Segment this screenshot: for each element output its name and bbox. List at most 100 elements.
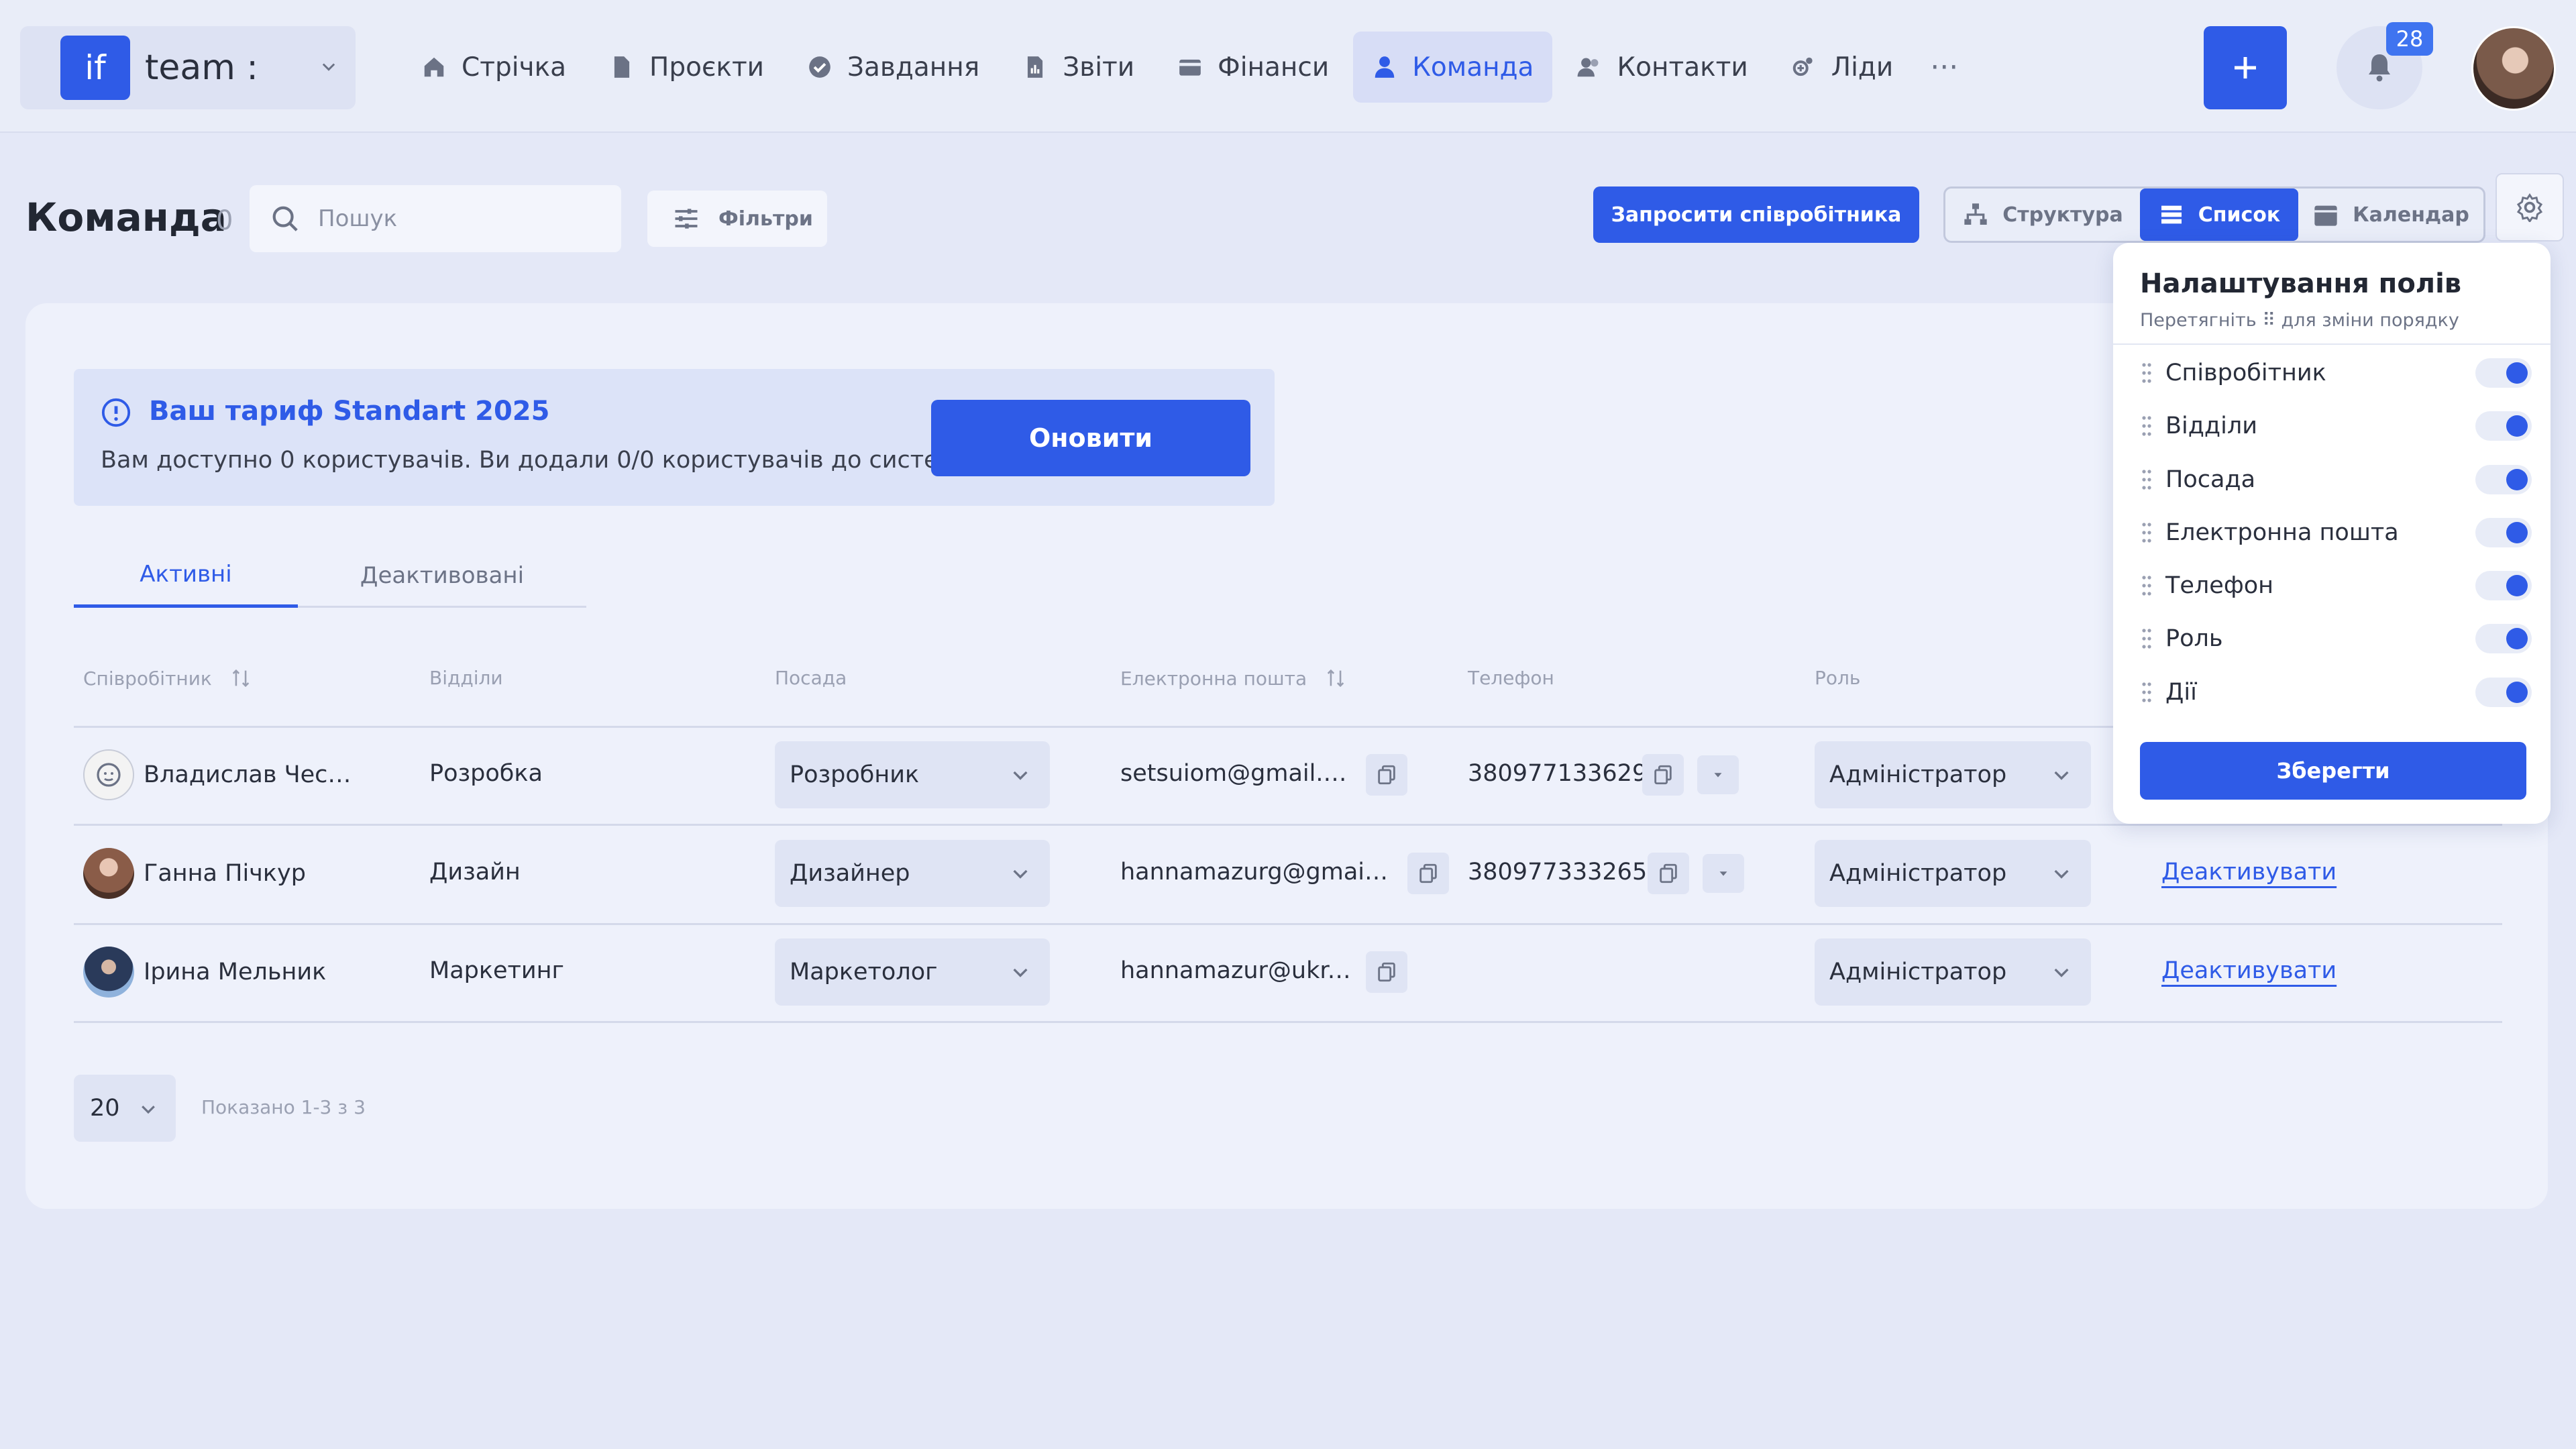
field-setting-item[interactable]: Роль	[2140, 619, 2542, 659]
nav-item-feed[interactable]: Стрічка	[402, 32, 585, 103]
popover-title: Налаштування полів	[2140, 268, 2462, 299]
drag-handle-icon[interactable]	[2140, 361, 2153, 385]
department-cell: Дизайн	[429, 859, 521, 885]
field-setting-item[interactable]: Посада	[2140, 460, 2542, 500]
field-label: Роль	[2165, 625, 2223, 652]
column-header-email[interactable]: Електронна пошта	[1120, 667, 1347, 690]
invite-employee-button[interactable]: Запросити співробітника	[1593, 186, 1919, 243]
phone-more-button[interactable]	[1697, 755, 1739, 794]
filters-button[interactable]: Фільтри	[647, 191, 827, 247]
copy-icon	[1660, 863, 1677, 883]
nav-label: Контакти	[1617, 52, 1748, 83]
nav-item-tasks[interactable]: Завдання	[788, 32, 998, 103]
nav-item-contacts[interactable]: Контакти	[1558, 32, 1766, 103]
tab-active[interactable]: Активні	[74, 543, 298, 608]
view-calendar-button[interactable]: Календар	[2298, 189, 2483, 241]
search-input[interactable]	[318, 205, 600, 232]
phone-more-button[interactable]	[1703, 854, 1744, 893]
view-list-button[interactable]: Список	[2140, 189, 2298, 241]
copy-email-button[interactable]	[1366, 754, 1407, 796]
drag-handle-icon[interactable]	[2140, 468, 2153, 492]
field-toggle[interactable]	[2475, 678, 2532, 707]
calendar-icon	[2314, 205, 2337, 226]
employee-name: Ганна Пічкур	[144, 860, 306, 887]
employee-cell[interactable]: Ганна Пічкур	[83, 848, 306, 899]
plan-title: Ваш тариф Standart 2025	[149, 396, 550, 427]
tab-deactivated[interactable]: Деактивовані	[298, 543, 586, 608]
position-select[interactable]: Розробник	[775, 741, 1050, 808]
drag-handle-icon[interactable]	[2140, 574, 2153, 598]
phone-cell[interactable]: 380977333265	[1468, 859, 1647, 885]
user-avatar[interactable]	[2471, 26, 2556, 111]
position-select[interactable]: Дизайнер	[775, 840, 1050, 907]
drag-handle-icon[interactable]	[2140, 680, 2153, 704]
nav-item-projects[interactable]: Проєкти	[590, 32, 783, 103]
role-value: Адміністратор	[1829, 761, 2007, 788]
list-icon	[2161, 205, 2182, 224]
email-value: hannamazurg@gmail.c...	[1120, 859, 1389, 885]
column-header-employee[interactable]: Співробітник	[83, 667, 252, 690]
copy-icon	[1654, 765, 1672, 785]
field-toggle[interactable]	[2475, 411, 2532, 441]
upgrade-button[interactable]: Оновити	[931, 400, 1250, 476]
column-header-phone: Телефон	[1468, 667, 1554, 689]
nav-item-leads[interactable]: Ліди	[1772, 32, 1912, 103]
field-toggle[interactable]	[2475, 624, 2532, 653]
nav-item-reports[interactable]: Звіти	[1004, 32, 1153, 103]
field-toggle[interactable]	[2475, 518, 2532, 547]
field-label: Співробітник	[2165, 360, 2326, 386]
field-label: Відділи	[2165, 413, 2257, 439]
email-cell[interactable]: hannamazurg@gmail.c...	[1120, 859, 1389, 885]
position-select[interactable]: Маркетолог	[775, 938, 1050, 1006]
phone-cell[interactable]: 380977133629	[1468, 760, 1647, 787]
copy-phone-button[interactable]	[1642, 754, 1684, 796]
copy-icon	[1419, 863, 1437, 883]
drag-handle-icon[interactable]	[2140, 627, 2153, 651]
contacts-icon	[1578, 58, 1599, 77]
add-button[interactable]	[2204, 26, 2287, 109]
view-structure-button[interactable]: Структура	[1945, 189, 2140, 241]
pagination-summary: Показано 1-3 з 3	[201, 1096, 366, 1118]
employee-cell[interactable]: Ірина Мельник	[83, 947, 326, 998]
deactivate-link[interactable]: Деактивувати	[2161, 859, 2337, 885]
copy-phone-button[interactable]	[1648, 853, 1689, 894]
deactivate-link[interactable]: Деактивувати	[2161, 957, 2337, 984]
copy-email-button[interactable]	[1366, 951, 1407, 993]
copy-icon	[1378, 962, 1395, 982]
save-button[interactable]: Зберегти	[2140, 742, 2526, 800]
user-icon	[1375, 56, 1395, 78]
sort-icon	[232, 669, 250, 688]
copy-email-button[interactable]	[1407, 853, 1449, 894]
field-setting-item[interactable]: Телефон	[2140, 566, 2542, 606]
drag-handle-icon[interactable]	[2140, 521, 2153, 545]
page-size-select[interactable]: 20	[74, 1075, 176, 1142]
search-box[interactable]	[250, 185, 621, 252]
field-label: Телефон	[2165, 572, 2274, 599]
nav-more-button[interactable]: ···	[1917, 32, 1971, 103]
field-setting-item[interactable]: Дії	[2140, 672, 2542, 712]
field-toggle[interactable]	[2475, 465, 2532, 494]
role-select[interactable]: Адміністратор	[1815, 938, 2091, 1006]
role-select[interactable]: Адміністратор	[1815, 741, 2091, 808]
field-settings-button[interactable]	[2496, 173, 2564, 241]
email-cell[interactable]: setsuiom@gmail.com	[1120, 760, 1355, 787]
nav-item-finance[interactable]: Фінанси	[1159, 32, 1348, 103]
workspace-switcher[interactable]: if team :	[20, 26, 356, 109]
nav-item-team[interactable]: Команда	[1353, 32, 1553, 103]
sliders-icon	[675, 209, 698, 229]
workspace-logo: if	[60, 36, 130, 100]
chevron-down-icon	[1013, 968, 1028, 977]
email-cell[interactable]: hannamazur@ukr.net	[1120, 957, 1355, 984]
drag-handle-icon[interactable]	[2140, 414, 2153, 438]
info-icon	[101, 398, 131, 427]
field-setting-item[interactable]: Співробітник	[2140, 353, 2542, 393]
employee-cell[interactable]: Владислав Чесно...	[83, 749, 365, 800]
field-setting-item[interactable]: Відділи	[2140, 406, 2542, 446]
role-select[interactable]: Адміністратор	[1815, 840, 2091, 907]
field-label: Дії	[2165, 679, 2197, 706]
field-setting-item[interactable]: Електронна пошта	[2140, 513, 2542, 553]
page-size-value: 20	[90, 1095, 120, 1122]
field-toggle[interactable]	[2475, 571, 2532, 600]
avatar	[83, 848, 134, 899]
field-toggle[interactable]	[2475, 358, 2532, 388]
